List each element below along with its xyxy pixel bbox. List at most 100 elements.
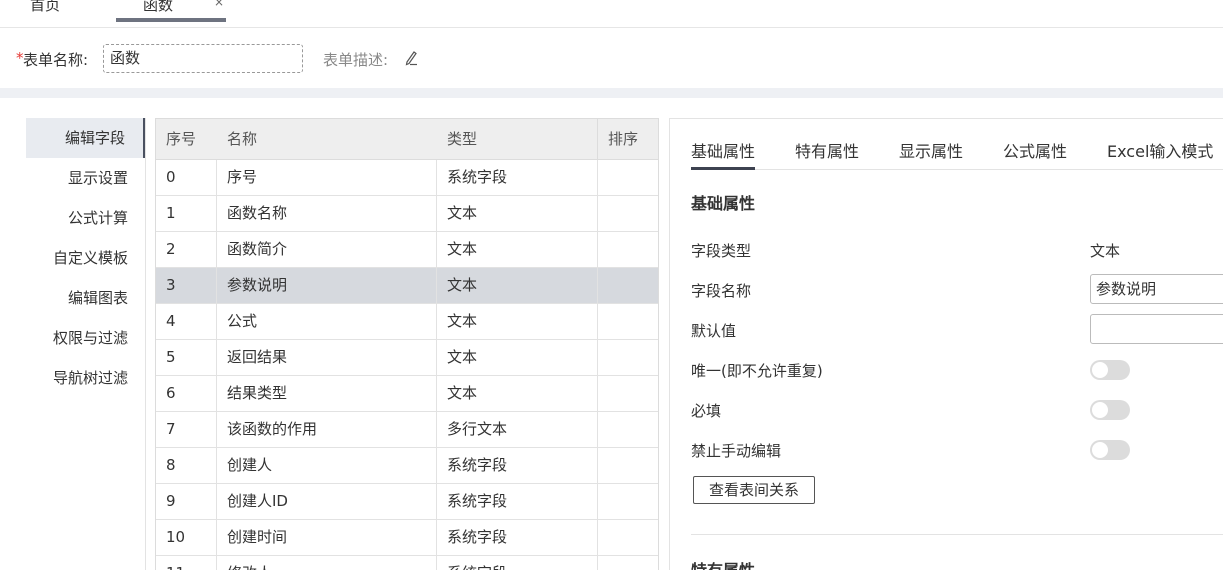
nav-display-settings[interactable]: 显示设置 [26, 158, 146, 198]
cell-type: 系统字段 [437, 448, 598, 483]
tab-basic-props[interactable]: 基础属性 [691, 138, 756, 170]
cell-sort [598, 484, 658, 519]
default-value-input[interactable] [1090, 314, 1223, 344]
tab-home[interactable]: 首页 [30, 0, 60, 22]
cell-sort [598, 268, 658, 303]
required-toggle[interactable] [1090, 400, 1130, 420]
cell-type: 文本 [437, 268, 598, 303]
section-special-title: 特有属性 [691, 557, 755, 570]
form-name-input[interactable]: 函数 [103, 44, 303, 73]
nav-tree-filter[interactable]: 导航树过滤 [26, 358, 146, 398]
cell-sort [598, 232, 658, 267]
tab-special-props[interactable]: 特有属性 [795, 138, 859, 162]
table-row[interactable]: 10 创建时间 系统字段 [156, 520, 658, 556]
unique-label: 唯一(即不允许重复) [691, 362, 823, 380]
properties-tabs: 基础属性 特有属性 显示属性 公式属性 Excel输入模式 [691, 119, 1223, 170]
no-manual-edit-label: 禁止手动编辑 [691, 442, 782, 460]
header-type[interactable]: 类型 [437, 119, 598, 159]
nav-formula[interactable]: 公式计算 [26, 198, 146, 238]
table-header: 序号 名称 类型 排序 [156, 119, 658, 160]
cell-name: 序号 [217, 160, 437, 195]
cell-index: 8 [156, 448, 217, 483]
field-type-value: 文本 [1090, 242, 1121, 260]
cell-type: 文本 [437, 376, 598, 411]
tab-excel-mode[interactable]: Excel输入模式 [1107, 138, 1213, 162]
table-row[interactable]: 9 创建人ID 系统字段 [156, 484, 658, 520]
table-row[interactable]: 3 参数说明 文本 [156, 268, 658, 304]
cell-index: 4 [156, 304, 217, 339]
cell-index: 10 [156, 520, 217, 555]
cell-type: 系统字段 [437, 484, 598, 519]
nav-separator [145, 118, 146, 570]
table-row[interactable]: 0 序号 系统字段 [156, 160, 658, 196]
field-name-label: 字段名称 [691, 282, 752, 300]
cell-type: 文本 [437, 232, 598, 267]
cell-type: 文本 [437, 304, 598, 339]
cell-type: 文本 [437, 340, 598, 375]
section-divider [0, 88, 1223, 98]
cell-sort [598, 196, 658, 231]
cell-index: 1 [156, 196, 217, 231]
nav-custom-template[interactable]: 自定义模板 [26, 238, 146, 278]
close-icon[interactable]: × [214, 0, 224, 12]
cell-name: 创建人 [217, 448, 437, 483]
tab-functions-label: 函数 [143, 0, 174, 14]
table-row[interactable]: 4 公式 文本 [156, 304, 658, 340]
cell-sort [598, 304, 658, 339]
table-row[interactable]: 7 该函数的作用 多行文本 [156, 412, 658, 448]
table-row[interactable]: 5 返回结果 文本 [156, 340, 658, 376]
table-row[interactable]: 8 创建人 系统字段 [156, 448, 658, 484]
top-tab-bar: 首页 函数 × [0, 0, 1223, 28]
cell-type: 多行文本 [437, 412, 598, 447]
cell-index: 0 [156, 160, 217, 195]
unique-toggle[interactable] [1090, 360, 1130, 380]
properties-panel: 基础属性 特有属性 显示属性 公式属性 Excel输入模式 基础属性 字段类型 … [669, 118, 1223, 570]
cell-sort [598, 412, 658, 447]
cell-name: 函数名称 [217, 196, 437, 231]
cell-index: 3 [156, 268, 217, 303]
cell-type: 系统字段 [437, 520, 598, 555]
cell-sort [598, 376, 658, 411]
tab-formula-props[interactable]: 公式属性 [1003, 138, 1067, 162]
default-value-label: 默认值 [691, 322, 737, 340]
cell-name: 公式 [217, 304, 437, 339]
pencil-icon[interactable] [404, 50, 418, 66]
cell-sort [598, 340, 658, 375]
nav-permission-filter[interactable]: 权限与过滤 [26, 318, 146, 358]
field-name-input[interactable]: 参数说明 [1090, 274, 1223, 304]
cell-type: 系统字段 [437, 160, 598, 195]
nav-edit-chart[interactable]: 编辑图表 [26, 278, 146, 318]
header-index[interactable]: 序号 [156, 119, 217, 159]
section-divider-line [691, 534, 1223, 535]
cell-name: 该函数的作用 [217, 412, 437, 447]
cell-type: 系统字段 [437, 556, 598, 570]
nav-edit-fields[interactable]: 编辑字段 [26, 118, 146, 158]
header-sort[interactable]: 排序 [598, 119, 658, 159]
field-type-label: 字段类型 [691, 242, 752, 260]
cell-name: 函数简介 [217, 232, 437, 267]
cell-index: 5 [156, 340, 217, 375]
table-row[interactable]: 6 结果类型 文本 [156, 376, 658, 412]
header-name[interactable]: 名称 [217, 119, 437, 159]
tab-home-label: 首页 [30, 0, 61, 14]
tab-display-props[interactable]: 显示属性 [899, 138, 963, 162]
view-relations-button[interactable]: 查看表间关系 [693, 476, 815, 504]
table-row[interactable]: 1 函数名称 文本 [156, 196, 658, 232]
cell-sort [598, 520, 658, 555]
form-name-label: 表单名称: [23, 51, 89, 69]
no-manual-edit-toggle[interactable] [1090, 440, 1130, 460]
table-row[interactable]: 2 函数简介 文本 [156, 232, 658, 268]
required-label: 必填 [691, 402, 722, 420]
cell-index: 7 [156, 412, 217, 447]
section-basic-title: 基础属性 [691, 194, 756, 213]
cell-name: 返回结果 [217, 340, 437, 375]
table-row[interactable]: 11修改人系统字段 [156, 556, 658, 570]
cell-name: 创建人ID [217, 484, 437, 519]
cell-name: 参数说明 [217, 268, 437, 303]
cell-index: 9 [156, 484, 217, 519]
cell-name: 结果类型 [217, 376, 437, 411]
tab-functions[interactable]: 函数 × [116, 0, 226, 22]
cell-index: 2 [156, 232, 217, 267]
cell-type: 文本 [437, 196, 598, 231]
cell-name: 创建时间 [217, 520, 437, 555]
